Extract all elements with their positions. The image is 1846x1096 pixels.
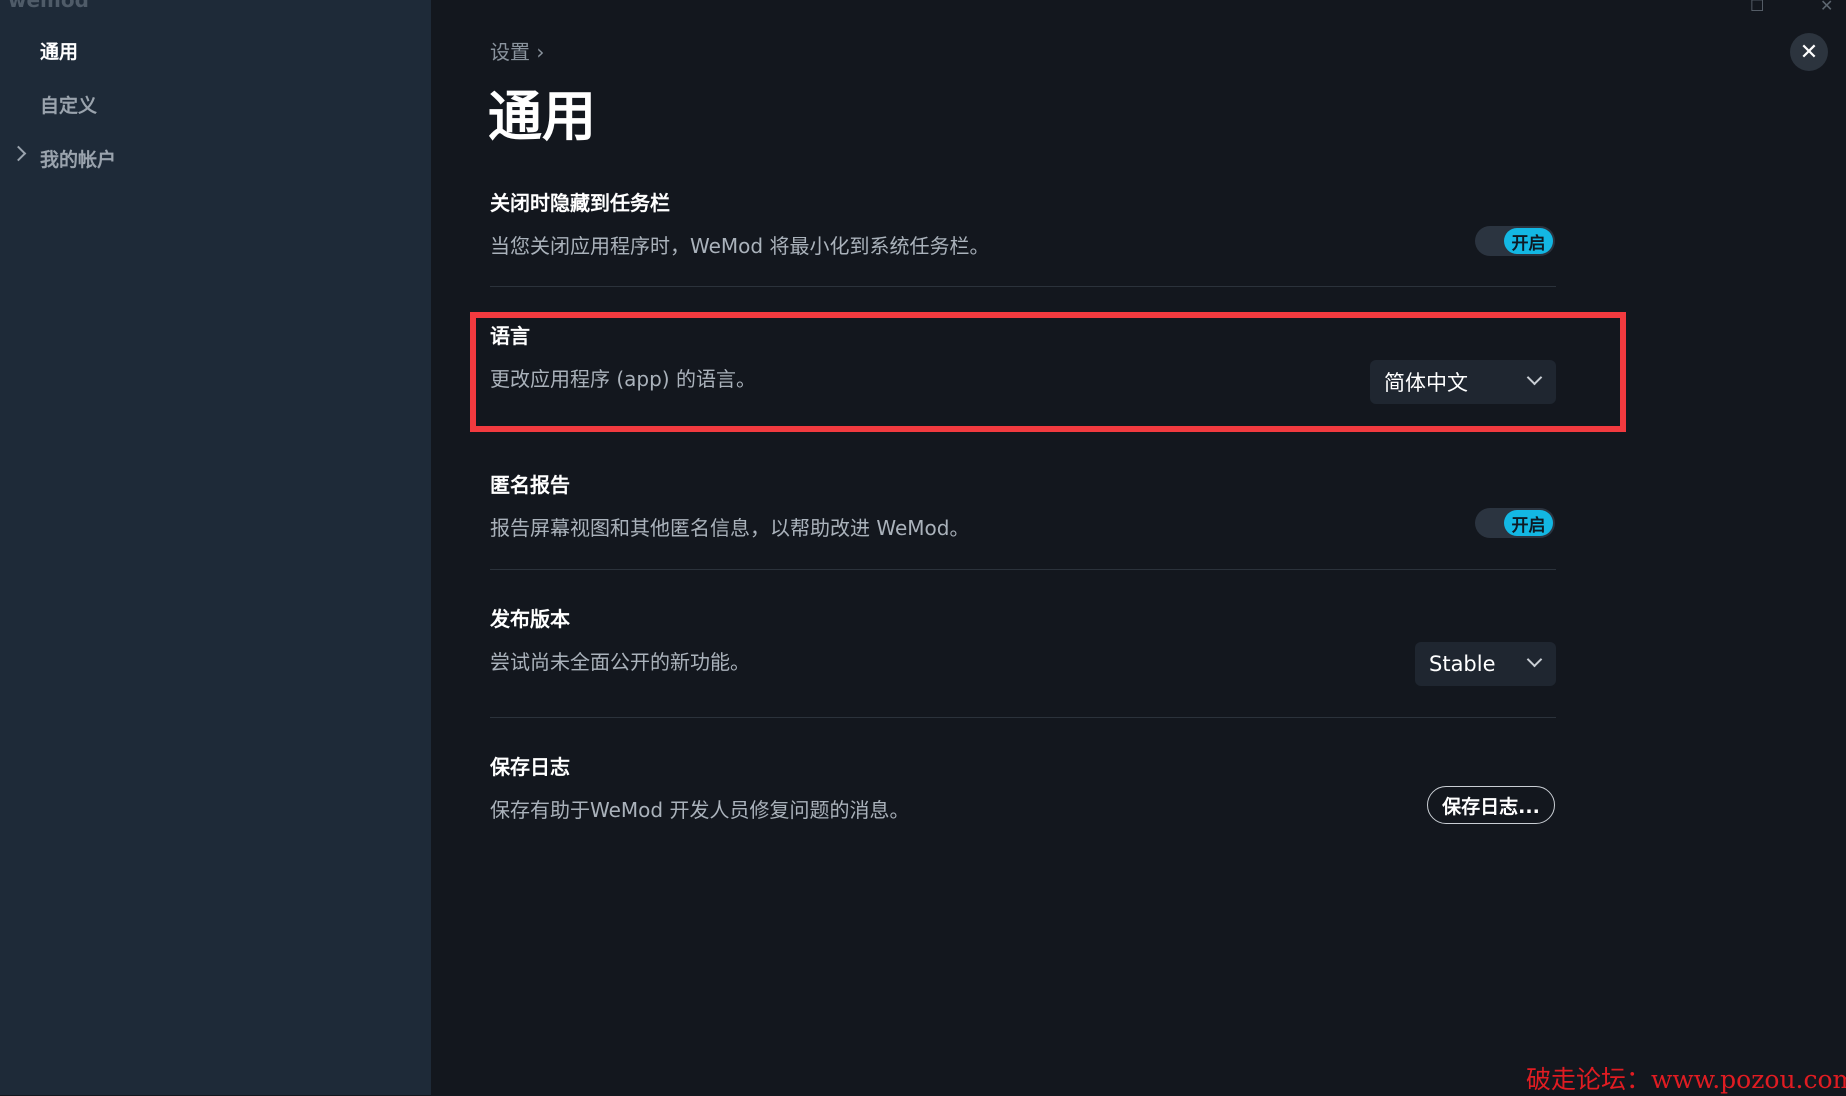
app-name: wemod bbox=[8, 0, 89, 12]
setting-title: 保存日志 bbox=[490, 755, 570, 779]
sidebar: wemod 通用 自定义 我的帐户 bbox=[0, 0, 431, 1095]
watermark: 破走论坛：www.pozou.com bbox=[1526, 1065, 1846, 1094]
chevron-down-icon bbox=[1526, 651, 1543, 668]
setting-description: 当您关闭应用程序时，WeMod 将最小化到系统任务栏。 bbox=[490, 234, 990, 258]
page-title: 通用 bbox=[488, 85, 596, 148]
setting-description: 尝试尚未全面公开的新功能。 bbox=[490, 650, 750, 674]
maximize-icon[interactable]: ☐ bbox=[1750, 0, 1764, 15]
release-channel-value: Stable bbox=[1429, 652, 1496, 676]
save-logs-button[interactable]: 保存日志... bbox=[1427, 786, 1555, 824]
setting-anonymous-report: 匿名报告 报告屏幕视图和其他匿名信息，以帮助改进 WeMod。 bbox=[490, 469, 1556, 541]
chevron-right-icon[interactable] bbox=[10, 145, 27, 162]
setting-description: 报告屏幕视图和其他匿名信息，以帮助改进 WeMod。 bbox=[490, 516, 970, 540]
toggle-label: 开启 bbox=[1504, 228, 1553, 254]
sidebar-item-customize[interactable]: 自定义 bbox=[40, 91, 97, 118]
window-close-icon[interactable]: ✕ bbox=[1820, 0, 1833, 15]
divider bbox=[490, 286, 1556, 287]
setting-hide-on-close: 关闭时隐藏到任务栏 当您关闭应用程序时，WeMod 将最小化到系统任务栏。 bbox=[490, 187, 1556, 259]
hide-on-close-toggle[interactable]: 开启 bbox=[1475, 226, 1555, 256]
highlight-box bbox=[470, 312, 1626, 432]
setting-description: 保存有助于WeMod 开发人员修复问题的消息。 bbox=[490, 798, 910, 822]
setting-title: 关闭时隐藏到任务栏 bbox=[490, 191, 670, 215]
anonymous-report-toggle[interactable]: 开启 bbox=[1475, 508, 1555, 538]
close-button[interactable]: ✕ bbox=[1790, 33, 1828, 71]
divider bbox=[490, 717, 1556, 718]
breadcrumb[interactable]: 设置 › bbox=[490, 36, 544, 65]
sidebar-item-general[interactable]: 通用 bbox=[40, 37, 78, 64]
release-channel-select[interactable]: Stable bbox=[1415, 642, 1556, 686]
setting-save-logs: 保存日志 保存有助于WeMod 开发人员修复问题的消息。 bbox=[490, 751, 1556, 823]
setting-title: 发布版本 bbox=[490, 607, 570, 631]
setting-title: 匿名报告 bbox=[490, 473, 570, 497]
divider bbox=[490, 569, 1556, 570]
setting-release-channel: 发布版本 尝试尚未全面公开的新功能。 bbox=[490, 603, 1556, 675]
sidebar-item-account[interactable]: 我的帐户 bbox=[40, 145, 116, 172]
toggle-label: 开启 bbox=[1504, 510, 1553, 536]
